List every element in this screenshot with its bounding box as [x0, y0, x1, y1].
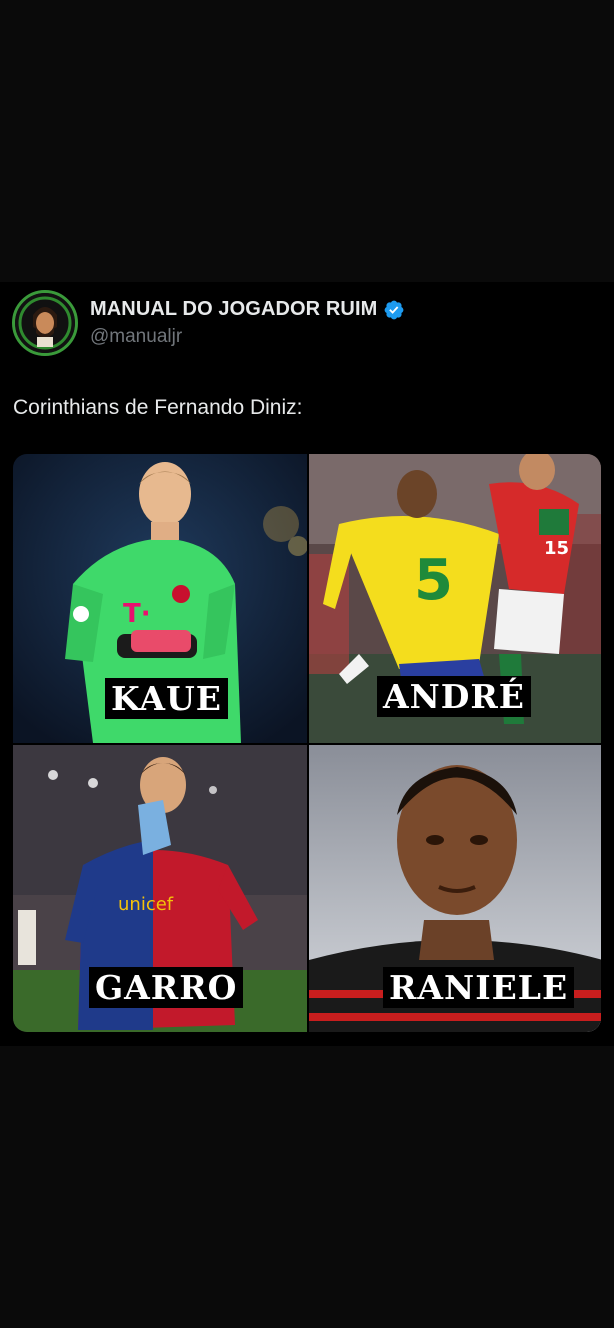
- verified-badge-icon: [384, 300, 404, 319]
- profile-avatar[interactable]: [12, 290, 78, 356]
- display-name[interactable]: MANUAL DO JOGADOR RUIM: [90, 298, 377, 321]
- media-panel-raniele[interactable]: RANIELE: [309, 745, 601, 1032]
- jersey-logo-text: T·: [123, 599, 151, 629]
- top-background: [0, 0, 614, 282]
- tweet-card[interactable]: MANUAL DO JOGADOR RUIM @manualjr Corinth…: [0, 282, 614, 1046]
- media-panel-andre[interactable]: 5 15 ANDRÉ: [309, 454, 601, 743]
- media-panel-kaue[interactable]: T· KAUE: [13, 454, 307, 743]
- jersey-number-five: 5: [414, 548, 453, 613]
- opponent-jersey-number: 15: [544, 538, 569, 559]
- author-handle[interactable]: @manualjr: [90, 326, 182, 348]
- media-panel-garro[interactable]: unicef GARRO: [13, 745, 307, 1032]
- caption-garro: GARRO: [89, 967, 244, 1008]
- bottom-background: [0, 1046, 614, 1328]
- avatar-illustration-icon: [15, 293, 75, 353]
- media-grid[interactable]: T· KAUE 5 15 ANDRÉ unicef GARRO RANIELE: [13, 454, 601, 1032]
- jersey-sponsor-text: unicef: [118, 894, 174, 915]
- caption-raniele: RANIELE: [383, 967, 575, 1008]
- author-name-row[interactable]: MANUAL DO JOGADOR RUIM: [90, 298, 405, 321]
- caption-andre: ANDRÉ: [377, 676, 531, 717]
- caption-kaue: KAUE: [105, 678, 228, 719]
- tweet-text: Corinthians de Fernando Diniz:: [13, 396, 303, 419]
